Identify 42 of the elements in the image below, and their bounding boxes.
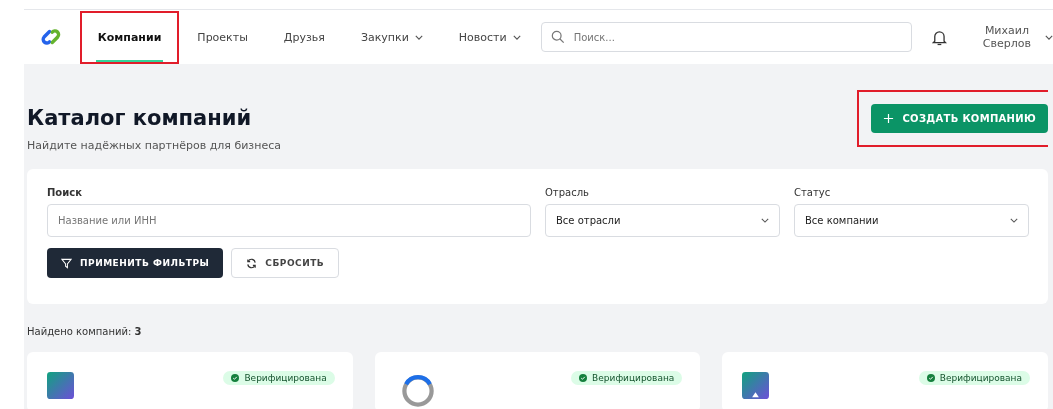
field-label: Статус [794,187,832,198]
company-card[interactable]: Верифицирована [27,352,353,409]
page-subtitle: Найдите надёжных партнёров для бизнеса [27,139,281,152]
verified-badge: Верифицирована [918,371,1030,385]
check-icon [231,374,240,382]
bell-icon[interactable] [931,28,947,46]
check-icon [579,374,588,382]
chevron-icon [761,218,769,223]
search-field[interactable]: Поиск... [540,22,912,52]
page-title: Каталог компаний [27,106,253,130]
company-card[interactable]: Верифицирована [722,352,1048,409]
chevron-icon [1010,218,1018,223]
nav-tab[interactable]: Друзья [281,12,327,62]
company-card[interactable]: Верифицирована [374,352,701,409]
field-label: Отрасль [545,187,590,198]
reset-button[interactable]: СБРОСИТЬ [231,248,340,278]
verified-badge: Верифицирована [223,371,335,385]
refresh-icon [246,257,258,269]
search-input-field[interactable]: Название или ИНН [47,204,531,237]
caret-icon [414,34,423,40]
verified-badge: Верифицирована [571,371,683,385]
logo-icon [47,372,74,399]
search-icon [550,30,565,44]
create-company-button[interactable]: СОЗДАТЬ КОМПАНИЮ [871,104,1048,133]
nav-tab[interactable]: Проекты [195,12,250,62]
link-logo-icon[interactable] [40,27,62,47]
field-label: Поиск [47,187,83,198]
dropdown-select[interactable]: Все компании [794,204,1029,237]
triangle-logo-icon [742,372,770,399]
check-icon [926,374,935,382]
caret-icon [1045,34,1053,40]
nav-tab[interactable]: Компании [95,12,164,62]
apply-filters-button[interactable]: ПРИМЕНИТЬ ФИЛЬТРЫ [47,248,224,278]
user-menu[interactable]: Михаил Сверлов [982,24,1053,50]
nav-tab[interactable]: Новости [456,12,523,62]
nav-tab[interactable]: Закупки [358,12,425,62]
caret-icon [512,34,521,40]
ring-logo-icon [400,374,435,408]
plus-icon [883,113,895,124]
dropdown-select[interactable]: Все отрасли [545,204,780,237]
funnel-icon [61,257,72,269]
result-count: Найдено компаний: 3 [27,326,143,337]
